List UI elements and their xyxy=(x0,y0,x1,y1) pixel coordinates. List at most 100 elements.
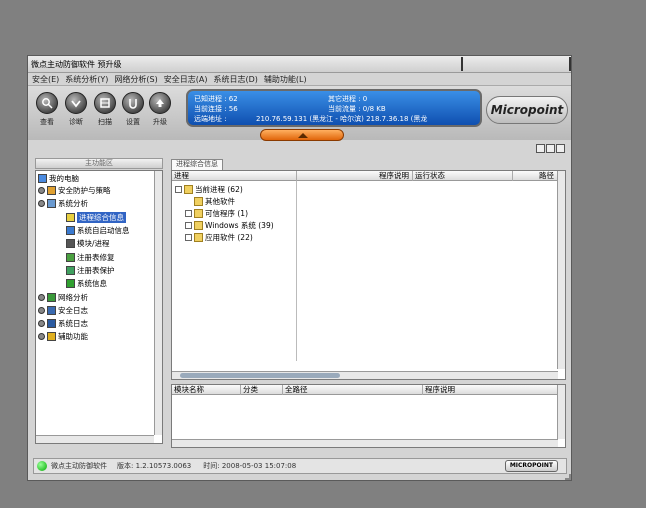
lower-vertical-scrollbar[interactable] xyxy=(557,385,565,439)
tree-label: 注册表保护 xyxy=(77,265,115,275)
tree-label: Windows 系统 (39) xyxy=(205,220,274,230)
process-tree-other[interactable]: 其他软件 xyxy=(194,195,235,207)
upgrade-label: 升级 xyxy=(153,118,167,126)
col-module-name[interactable]: 模块名称 xyxy=(172,385,240,395)
left-vertical-scrollbar[interactable] xyxy=(154,171,162,435)
diagnose-button[interactable]: 诊断 xyxy=(62,92,90,127)
status-info-panel: 已知进程 : 62 其它进程 : 0 当前连接 : 56 当前流量 : 0/8 … xyxy=(186,89,482,127)
tree-system-info[interactable]: 系统信息 xyxy=(66,277,107,289)
tree-module-process[interactable]: 模块/进程 xyxy=(66,237,110,249)
tree-label: 进程综合信息 xyxy=(77,211,126,223)
process-tree-windows[interactable]: Windows 系统 (39) xyxy=(185,219,274,231)
tree-process-info[interactable]: 进程综合信息 xyxy=(66,211,126,223)
tree-label: 模块/进程 xyxy=(77,238,110,248)
menu-security[interactable]: 安全(E) xyxy=(32,74,59,85)
tree-label: 系统日志 xyxy=(58,318,88,328)
system-log-icon xyxy=(47,318,56,328)
folder-icon xyxy=(194,208,203,218)
col-description[interactable]: 程序说明 xyxy=(296,171,412,181)
collapse-icon[interactable] xyxy=(38,199,45,207)
tree-aux-functions[interactable]: 辅助功能 xyxy=(38,330,88,342)
folder-icon xyxy=(194,196,203,206)
main-window: 微点主动防御软件 预升级 安全(E) 系统分析(Y) 网络分析(S) 安全日志(… xyxy=(27,55,572,481)
process-tree-apps[interactable]: 应用软件 (22) xyxy=(185,231,253,243)
right-panel: 进程综合信息 进程 程序说明 运行状态 路径 当前进程 (62) 其他软件 可信… xyxy=(171,158,566,448)
warning-icon xyxy=(47,331,56,341)
settings-button[interactable]: 设置 xyxy=(119,92,147,127)
expand-icon[interactable] xyxy=(38,293,45,301)
menu-security-log[interactable]: 安全日志(A) xyxy=(164,74,208,85)
diagnose-icon xyxy=(65,92,87,114)
tree-label: 安全日志 xyxy=(58,305,88,315)
status-version: 版本: 1.2.10573.0063 xyxy=(117,462,192,470)
status-time: 时间: 2008-05-03 15:07:08 xyxy=(203,462,297,470)
tree-label: 网络分析 xyxy=(58,292,88,302)
tree-autostart-info[interactable]: 系统自启动信息 xyxy=(66,224,130,236)
lower-horizontal-scrollbar[interactable] xyxy=(172,439,558,447)
col-status[interactable]: 运行状态 xyxy=(412,171,512,181)
scan-button[interactable]: 扫描 xyxy=(91,92,119,127)
collapse-panel-button[interactable] xyxy=(260,129,344,141)
status-app-name: 微点主动防御软件 xyxy=(51,462,107,470)
tree-registry-repair[interactable]: 注册表修复 xyxy=(66,251,115,263)
tree-network-analysis[interactable]: 网络分析 xyxy=(38,291,88,303)
expand-icon[interactable] xyxy=(38,319,45,327)
left-panel-header: 主功能区 xyxy=(35,158,163,169)
tree-label: 其他软件 xyxy=(205,196,235,206)
tree-system-analysis[interactable]: 系统分析 xyxy=(38,197,88,209)
micropoint-logo: Micropoint xyxy=(486,96,568,124)
tree-system-log[interactable]: 系统日志 xyxy=(38,317,88,329)
col-category[interactable]: 分类 xyxy=(240,385,282,395)
restore-icon[interactable] xyxy=(546,144,555,153)
close-icon[interactable] xyxy=(556,144,565,153)
process-tree-trusted[interactable]: 可信程序 (1) xyxy=(185,207,248,219)
expand-icon[interactable] xyxy=(185,233,192,241)
tree-label: 应用软件 (22) xyxy=(205,232,253,242)
tree-label: 系统信息 xyxy=(77,278,107,288)
tab-process-info[interactable]: 进程综合信息 xyxy=(171,159,223,170)
expand-icon[interactable] xyxy=(38,332,45,340)
menu-system-log[interactable]: 系统日志(D) xyxy=(213,74,257,85)
left-horizontal-scrollbar[interactable] xyxy=(36,435,154,443)
function-tree: 我的电脑 安全防护与策略 系统分析 进程综合信息 系统自启动信息 模块/进程 注… xyxy=(35,170,163,444)
menu-aux-functions[interactable]: 辅助功能(L) xyxy=(264,74,307,85)
process-tree-root[interactable]: 当前进程 (62) xyxy=(175,183,243,195)
scroll-thumb[interactable] xyxy=(180,373,340,378)
micropoint-badge: MICROPOINT xyxy=(504,460,558,472)
resize-grip-icon[interactable] xyxy=(565,474,571,480)
expand-icon[interactable] xyxy=(38,186,45,194)
col-module-description[interactable]: 程序说明 xyxy=(422,385,557,395)
col-path[interactable]: 路径 xyxy=(512,171,557,181)
col-process[interactable]: 进程 xyxy=(172,171,296,181)
upper-horizontal-scrollbar[interactable] xyxy=(172,371,558,379)
col-full-path[interactable]: 全路径 xyxy=(282,385,422,395)
tree-my-computer[interactable]: 我的电脑 xyxy=(38,172,79,184)
view-button[interactable]: 查看 xyxy=(33,92,61,127)
process-column-header: 进程 程序说明 运行状态 路径 xyxy=(172,171,565,181)
module-view: 模块名称 分类 全路径 程序说明 xyxy=(171,384,566,448)
toolbar: 查看 诊断 扫描 设置 升级 已知进程 : 62 其它进程 : 0 当前连接 :… xyxy=(28,86,571,141)
scan-label: 扫描 xyxy=(98,118,112,126)
upper-vertical-scrollbar[interactable] xyxy=(557,171,565,369)
expand-icon[interactable] xyxy=(185,209,192,217)
arrow-up-icon xyxy=(298,133,308,138)
tree-registry-protect[interactable]: 注册表保护 xyxy=(66,264,115,276)
tree-label: 我的电脑 xyxy=(49,173,79,183)
current-traffic: 当前流量 : 0/8 KB xyxy=(328,105,386,113)
expand-icon[interactable] xyxy=(185,221,192,229)
tree-security-policy[interactable]: 安全防护与策略 xyxy=(38,184,111,196)
collapse-icon[interactable] xyxy=(175,185,182,193)
tree-security-log[interactable]: 安全日志 xyxy=(38,304,88,316)
folder-icon xyxy=(194,220,203,230)
process-icon xyxy=(66,212,75,222)
menu-network-analysis[interactable]: 网络分析(S) xyxy=(114,74,157,85)
tree-label: 辅助功能 xyxy=(58,331,88,341)
menu-system-analysis[interactable]: 系统分析(Y) xyxy=(65,74,108,85)
panel-splitter[interactable] xyxy=(163,158,169,448)
column-divider xyxy=(296,181,297,361)
expand-icon[interactable] xyxy=(38,306,45,314)
upgrade-button[interactable]: 升级 xyxy=(146,92,174,127)
tree-label: 系统分析 xyxy=(58,198,88,208)
panel-window-buttons xyxy=(536,144,565,153)
minimize-icon[interactable] xyxy=(536,144,545,153)
